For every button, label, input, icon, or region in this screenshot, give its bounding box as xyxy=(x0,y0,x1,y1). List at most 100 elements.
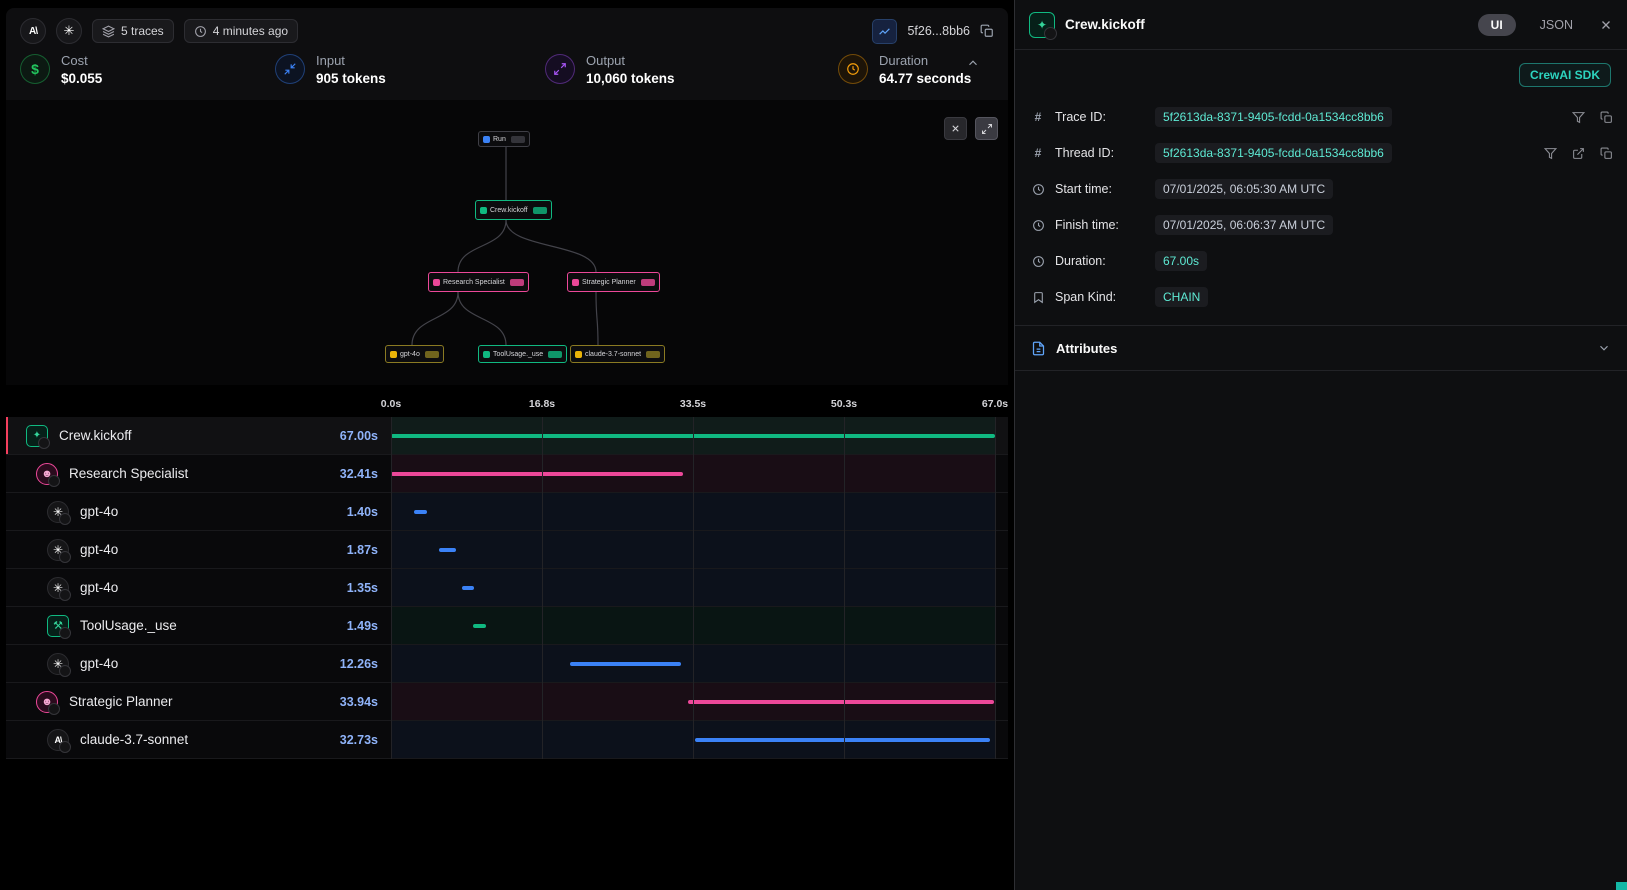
span-track xyxy=(391,493,995,530)
attributes-label: Attributes xyxy=(1056,341,1117,356)
clock-icon xyxy=(1029,255,1047,268)
trace-main-area: A\ ✳ 5 traces 4 minutes ago 5f26...8bb6 xyxy=(0,0,1014,890)
stats-row: $ Cost $0.055 Input 905 tokens xyxy=(6,48,1008,86)
table-row[interactable]: gpt-4o 1.87s xyxy=(6,531,1008,569)
openai-icon xyxy=(47,501,69,523)
graph-node-run[interactable]: Run xyxy=(478,131,530,147)
chevron-down-icon[interactable] xyxy=(1597,341,1611,355)
tick-label: 33.5s xyxy=(680,398,706,410)
openai-logo-icon: ✳ xyxy=(56,18,82,44)
span-duration: 1.40s xyxy=(286,505,378,519)
span-name: claude-3.7-sonnet xyxy=(80,732,188,747)
span-track xyxy=(391,569,995,606)
span-waterfall: 0.0s 16.8s 33.5s 50.3s 67.0s Crew.kickof… xyxy=(6,395,1008,759)
agent-node-icon xyxy=(433,279,440,286)
graph-node-strategic-planner[interactable]: Strategic Planner xyxy=(567,272,660,292)
span-duration: 1.87s xyxy=(286,543,378,557)
field-row-span-kind: Span Kind: CHAIN xyxy=(1029,279,1613,315)
sdk-badge-row: CrewAI SDK xyxy=(1015,50,1627,95)
span-rows: Crew.kickoff 67.00s Research Specialist … xyxy=(6,417,1008,759)
graph-node-label: Run xyxy=(493,136,506,143)
span-name: gpt-4o xyxy=(80,542,118,557)
time-ago-label: 4 minutes ago xyxy=(213,24,288,38)
table-row[interactable]: Crew.kickoff 67.00s xyxy=(6,417,1008,455)
external-link-icon[interactable] xyxy=(1572,147,1585,160)
thread-id-value[interactable]: 5f2613da-8371-9405-fcdd-0a1534cc8bb6 xyxy=(1155,143,1392,163)
node-duration-badge xyxy=(425,351,439,358)
close-icon[interactable] xyxy=(1599,18,1613,32)
scroll-indicator xyxy=(1616,882,1627,890)
span-name: gpt-4o xyxy=(80,656,118,671)
filter-icon[interactable] xyxy=(1572,111,1585,124)
llm-node-icon xyxy=(575,351,582,358)
table-row[interactable]: gpt-4o 1.40s xyxy=(6,493,1008,531)
graph-node-gpt-4o[interactable]: gpt-4o xyxy=(385,345,444,363)
table-row[interactable]: Research Specialist 32.41s xyxy=(6,455,1008,493)
span-track xyxy=(391,683,995,720)
table-row[interactable]: claude-3.7-sonnet 32.73s xyxy=(6,721,1008,759)
stat-cost-value: $0.055 xyxy=(61,71,102,86)
openai-icon xyxy=(47,653,69,675)
graph-node-research-specialist[interactable]: Research Specialist xyxy=(428,272,529,292)
tick-label: 0.0s xyxy=(381,398,401,410)
span-fields: # Trace ID: 5f2613da-8371-9405-fcdd-0a15… xyxy=(1015,95,1627,321)
trace-id-value[interactable]: 5f2613da-8371-9405-fcdd-0a1534cc8bb6 xyxy=(1155,107,1392,127)
stat-output-label: Output xyxy=(586,52,675,71)
hash-icon: # xyxy=(1029,110,1047,124)
graph-node-toolusage[interactable]: ToolUsage._use xyxy=(478,345,567,363)
crew-node-icon xyxy=(480,207,487,214)
trace-graph-view[interactable]: Run Crew.kickoff Research Specialist Str… xyxy=(6,100,1008,385)
stat-cost: $ Cost $0.055 xyxy=(20,52,275,86)
span-duration: 32.73s xyxy=(286,733,378,747)
span-bar xyxy=(439,548,456,552)
table-row[interactable]: gpt-4o 1.35s xyxy=(6,569,1008,607)
stat-duration-value: 64.77 seconds xyxy=(879,71,971,86)
copy-icon[interactable] xyxy=(1600,111,1613,124)
copy-icon[interactable] xyxy=(1600,147,1613,160)
graph-close-button[interactable] xyxy=(944,117,967,140)
field-label: Duration: xyxy=(1055,254,1147,268)
span-bar xyxy=(391,434,995,438)
table-row[interactable]: ToolUsage._use 1.49s xyxy=(6,607,1008,645)
anthropic-icon xyxy=(47,729,69,751)
span-name: Crew.kickoff xyxy=(59,428,132,443)
llm-node-icon xyxy=(390,351,397,358)
clock-icon xyxy=(194,25,207,38)
run-node-icon xyxy=(483,136,490,143)
graph-node-claude-sonnet[interactable]: claude-3.7-sonnet xyxy=(570,345,665,363)
graph-expand-button[interactable] xyxy=(975,117,998,140)
agent-icon xyxy=(36,463,58,485)
stat-cost-label: Cost xyxy=(61,52,102,71)
stat-output: Output 10,060 tokens xyxy=(545,52,838,86)
finish-time-value: 07/01/2025, 06:06:37 AM UTC xyxy=(1155,215,1333,235)
copy-trace-id-icon[interactable] xyxy=(980,24,994,38)
field-label: Span Kind: xyxy=(1055,290,1147,304)
graph-node-crew-kickoff[interactable]: Crew.kickoff xyxy=(475,200,552,220)
tab-ui[interactable]: UI xyxy=(1478,14,1516,36)
span-duration: 67.00s xyxy=(286,429,378,443)
hash-icon: # xyxy=(1029,146,1047,160)
tab-json[interactable]: JSON xyxy=(1540,18,1573,32)
duration-clock-icon xyxy=(838,54,868,84)
metrics-chart-button[interactable] xyxy=(872,19,897,44)
span-bar xyxy=(462,586,474,590)
field-row-duration: Duration: 67.00s xyxy=(1029,243,1613,279)
span-name: ToolUsage._use xyxy=(80,618,177,633)
collapse-chevron-icon[interactable] xyxy=(966,56,980,70)
crewai-sdk-badge[interactable]: CrewAI SDK xyxy=(1519,63,1611,87)
crew-icon: ✦ xyxy=(1029,12,1055,38)
span-bar xyxy=(414,510,427,514)
document-icon xyxy=(1031,341,1046,356)
table-row[interactable]: Strategic Planner 33.94s xyxy=(6,683,1008,721)
traces-count-badge[interactable]: 5 traces xyxy=(92,19,174,43)
span-track xyxy=(391,721,995,758)
span-duration: 1.49s xyxy=(286,619,378,633)
table-row[interactable]: gpt-4o 12.26s xyxy=(6,645,1008,683)
arrows-in-icon xyxy=(275,54,305,84)
openai-icon xyxy=(47,577,69,599)
graph-node-label: Strategic Planner xyxy=(582,279,636,286)
filter-icon[interactable] xyxy=(1544,147,1557,160)
layers-icon xyxy=(102,25,115,38)
crew-icon xyxy=(26,425,48,447)
attributes-section-toggle[interactable]: Attributes xyxy=(1015,325,1627,371)
